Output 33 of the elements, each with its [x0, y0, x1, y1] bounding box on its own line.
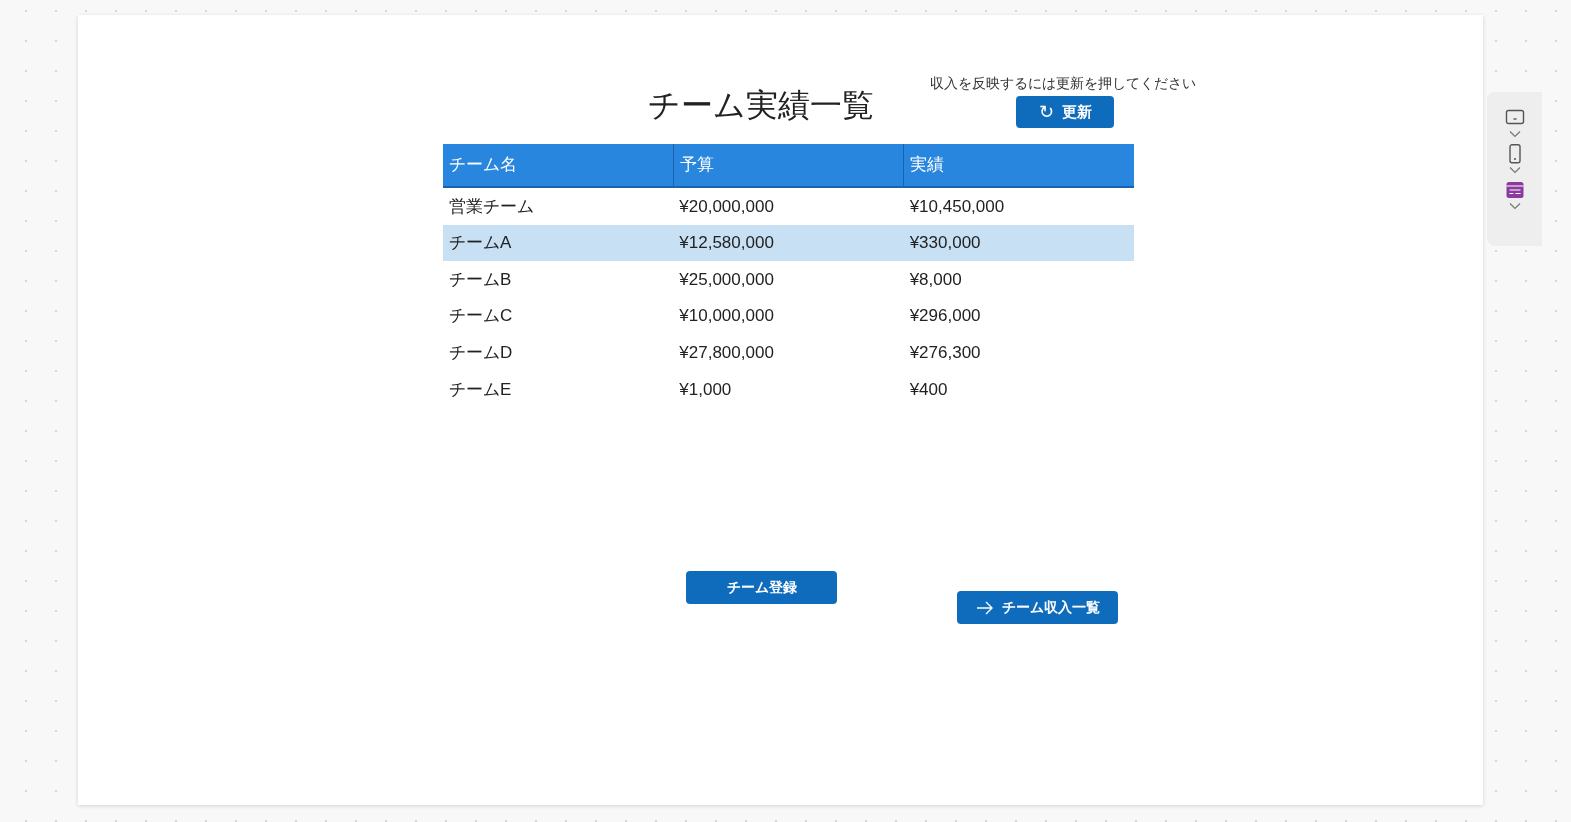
table-cell-text: ¥12,580,000 — [679, 232, 774, 255]
table-cell-text: チームE — [449, 378, 512, 401]
table-cell-text: 営業チーム — [449, 195, 534, 218]
table-cell-text: ¥10,450,000 — [909, 195, 1005, 218]
hint-text: 収入を反映するには更新を押してください — [930, 74, 1196, 93]
table-cell-text: チームD — [449, 341, 513, 364]
chevron-down-icon[interactable] — [1508, 202, 1521, 210]
team-income-button[interactable]: チーム収入一覧 — [957, 591, 1118, 624]
table-cell-text: ¥400 — [909, 378, 948, 401]
table-cell-text: ¥1,000 — [679, 378, 732, 401]
refresh-icon: ↻ — [1038, 103, 1054, 121]
arrow-right-icon — [975, 600, 994, 615]
table-cell-text: ¥27,800,000 — [679, 341, 774, 364]
chevron-down-icon[interactable] — [1508, 130, 1521, 138]
table-cell-text: ¥25,000,000 — [679, 268, 774, 291]
table-cell-text: チームA — [449, 232, 512, 255]
table-cell-text: ¥8,000 — [909, 268, 962, 291]
team-register-button[interactable]: チーム登録 — [686, 571, 837, 604]
column-header: チーム名 — [448, 154, 518, 177]
table-cell-text: ¥20,000,000 — [679, 195, 774, 218]
refresh-button[interactable]: ↻ 更新 — [1016, 96, 1114, 128]
column-header: 実績 — [903, 144, 1134, 186]
form-view-icon[interactable] — [1504, 180, 1525, 200]
table-cell-text: ¥330,000 — [909, 232, 981, 255]
table-cell-text: ¥10,000,000 — [679, 305, 774, 328]
table-row[interactable]: チームA ¥12,580,000 ¥330,000 — [443, 224, 1134, 262]
screen-title: チーム実績一覧 — [648, 86, 874, 125]
table-cell-text: チームB — [449, 268, 512, 291]
table-cell-text: ¥276,300 — [909, 341, 981, 364]
column-header: 予算 — [672, 144, 904, 186]
table-cell-text: チームC — [449, 305, 513, 328]
chevron-down-icon[interactable] — [1508, 166, 1521, 174]
table-cell-text: ¥296,000 — [909, 305, 981, 328]
